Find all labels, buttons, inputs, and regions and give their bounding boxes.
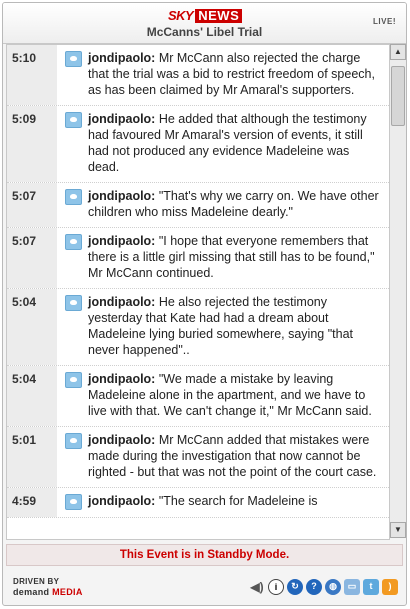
brand-media: MEDIA	[52, 587, 83, 597]
globe-icon[interactable]: ◍	[325, 579, 341, 595]
entry-author[interactable]: jondipaolo:	[88, 433, 155, 447]
twitter-bird-icon	[65, 494, 82, 510]
header: SKY NEWS McCanns' Libel Trial LIVE!	[3, 3, 406, 44]
live-blog-widget: SKY NEWS McCanns' Libel Trial LIVE! 5:10 j…	[2, 2, 407, 606]
info-icon[interactable]: i	[268, 579, 284, 595]
brand-demand: demand	[13, 587, 50, 597]
toolbar-icons: ◀) i ↻ ? ◍ ▭ t )	[249, 579, 398, 595]
entry-author[interactable]: jondipaolo:	[88, 234, 155, 248]
scrollbar[interactable]: ▲ ▼	[389, 44, 406, 538]
logo-sky: SKY	[168, 8, 194, 23]
feed-entry: 5:04 jondipaolo: "We made a mistake by le…	[7, 366, 389, 427]
entry-body: jondipaolo: "That's why we carry on. We …	[57, 183, 389, 227]
feed-entry: 5:10 jondipaolo: Mr McCann also rejected …	[7, 45, 389, 106]
chat-icon[interactable]: ▭	[344, 579, 360, 595]
refresh-icon[interactable]: ↻	[287, 579, 303, 595]
entry-author[interactable]: jondipaolo:	[88, 372, 155, 386]
help-icon[interactable]: ?	[306, 579, 322, 595]
entry-author[interactable]: jondipaolo:	[88, 189, 155, 203]
rss-icon[interactable]: )	[382, 579, 398, 595]
entry-body: jondipaolo: He added that although the t…	[57, 106, 389, 182]
entry-time: 4:59	[7, 488, 57, 517]
driven-by-logo: DRIVEN BY demand MEDIA	[13, 577, 83, 597]
scroll-up-button[interactable]: ▲	[390, 44, 406, 60]
entry-text-wrap: jondipaolo: "The search for Madeleine is	[88, 493, 318, 510]
entry-body: jondipaolo: Mr McCann added that mistake…	[57, 427, 389, 487]
entry-text-wrap: jondipaolo: Mr McCann also rejected the …	[88, 50, 383, 98]
entry-body: jondipaolo: "We made a mistake by leavin…	[57, 366, 389, 426]
sound-icon[interactable]: ◀)	[249, 579, 265, 595]
entry-time: 5:07	[7, 228, 57, 288]
entry-time: 5:04	[7, 366, 57, 426]
entry-author[interactable]: jondipaolo:	[88, 112, 155, 126]
entry-time: 5:07	[7, 183, 57, 227]
twitter-bird-icon	[65, 372, 82, 388]
sky-news-logo: SKY NEWS	[168, 8, 243, 23]
entry-text-wrap: jondipaolo: "I hope that everyone rememb…	[88, 233, 383, 281]
feed-list[interactable]: 5:10 jondipaolo: Mr McCann also rejected …	[6, 44, 390, 540]
twitter-bird-icon	[65, 433, 82, 449]
footer: DRIVEN BY demand MEDIA ◀) i ↻ ? ◍ ▭ t )	[3, 569, 406, 605]
entry-time: 5:04	[7, 289, 57, 365]
twitter-bird-icon	[65, 295, 82, 311]
entry-text: "The search for Madeleine is	[155, 494, 318, 508]
entry-time: 5:09	[7, 106, 57, 182]
entry-time: 5:10	[7, 45, 57, 105]
feed-entry: 5:01 jondipaolo: Mr McCann added that mis…	[7, 427, 389, 488]
entry-text-wrap: jondipaolo: "We made a mistake by leavin…	[88, 371, 383, 419]
entry-body: jondipaolo: "The search for Madeleine is	[57, 488, 389, 517]
feed-entry: 5:07 jondipaolo: "That's why we carry on.…	[7, 183, 389, 228]
feed-entry: 5:09 jondipaolo: He added that although t…	[7, 106, 389, 183]
entry-text-wrap: jondipaolo: "That's why we carry on. We …	[88, 188, 383, 220]
feed-entry: 5:04 jondipaolo: He also rejected the tes…	[7, 289, 389, 366]
twitter-icon[interactable]: t	[363, 579, 379, 595]
scroll-down-button[interactable]: ▼	[390, 522, 406, 538]
twitter-bird-icon	[65, 234, 82, 250]
entry-body: jondipaolo: Mr McCann also rejected the …	[57, 45, 389, 105]
twitter-bird-icon	[65, 189, 82, 205]
entry-text-wrap: jondipaolo: He added that although the t…	[88, 111, 383, 175]
twitter-bird-icon	[65, 51, 82, 67]
entry-text-wrap: jondipaolo: Mr McCann added that mistake…	[88, 432, 383, 480]
twitter-bird-icon	[65, 112, 82, 128]
logo-news: NEWS	[195, 9, 243, 23]
live-badge: LIVE!	[373, 17, 396, 26]
entry-text-wrap: jondipaolo: He also rejected the testimo…	[88, 294, 383, 358]
standby-status: This Event is in Standby Mode.	[6, 544, 403, 566]
scroll-thumb[interactable]	[391, 66, 405, 126]
feed-entry: 5:07 jondipaolo: "I hope that everyone re…	[7, 228, 389, 289]
entry-author[interactable]: jondipaolo:	[88, 51, 155, 65]
driven-by-label: DRIVEN BY	[13, 577, 60, 586]
entry-body: jondipaolo: He also rejected the testimo…	[57, 289, 389, 365]
entry-time: 5:01	[7, 427, 57, 487]
feed-entry: 4:59 jondipaolo: "The search for Madelein…	[7, 488, 389, 518]
entry-author[interactable]: jondipaolo:	[88, 494, 155, 508]
entry-body: jondipaolo: "I hope that everyone rememb…	[57, 228, 389, 288]
entry-author[interactable]: jondipaolo:	[88, 295, 155, 309]
event-title: McCanns' Libel Trial	[146, 25, 263, 39]
